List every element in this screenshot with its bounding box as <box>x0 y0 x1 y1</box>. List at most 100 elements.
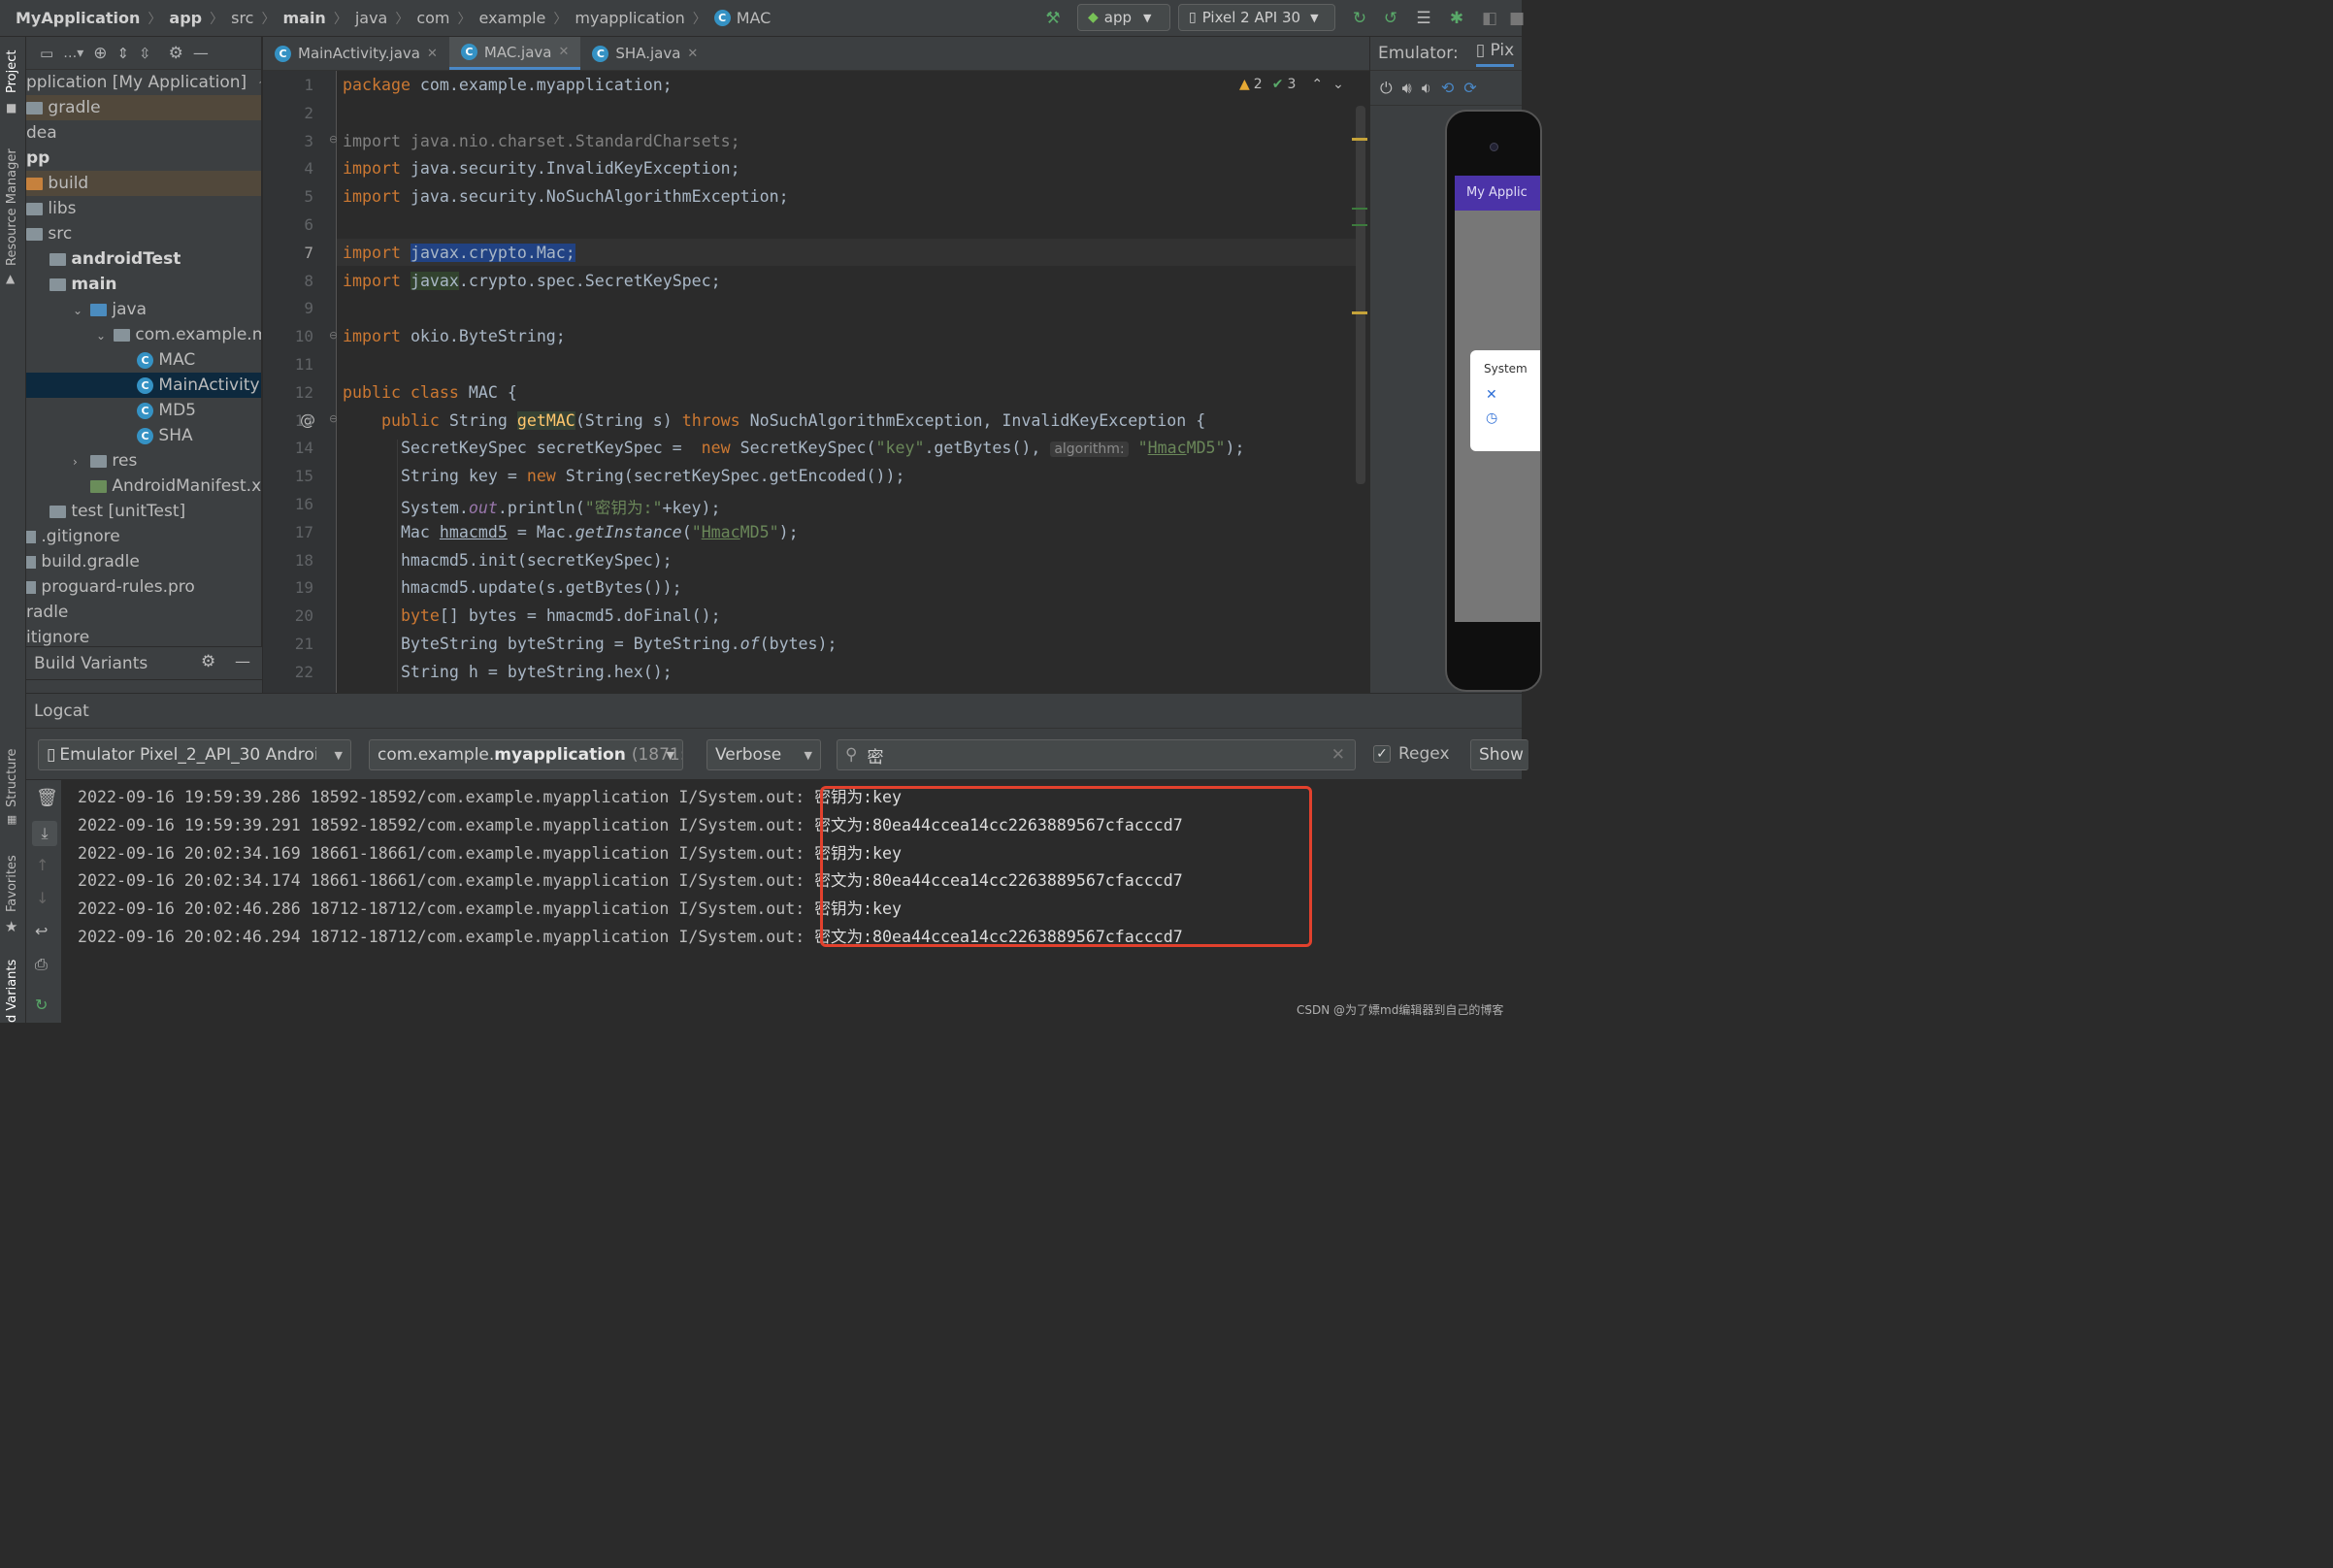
logcat-search-input[interactable]: ⚲ 密 ✕ <box>837 739 1356 770</box>
chevron-down-icon[interactable]: ⌄ <box>73 298 90 323</box>
attach-debugger-icon[interactable]: ◧ <box>1479 8 1500 29</box>
code-line[interactable]: byte[] bytes = hmacmd5.doFinal(); <box>343 606 721 625</box>
arrow-up-icon[interactable]: ↑ <box>36 856 49 874</box>
tree-item[interactable]: › res <box>26 448 261 474</box>
expand-all-icon[interactable]: ⇕ <box>116 45 129 62</box>
log-line[interactable]: 2022-09-16 20:02:46.286 18712-18712/com.… <box>78 896 902 919</box>
logcat-icon[interactable]: ☰ <box>1413 8 1434 29</box>
logcat-process-select[interactable]: com.example. myapplication (1871: ▼ <box>369 739 683 770</box>
tree-item[interactable]: .gitignore <box>26 524 261 549</box>
code-line[interactable]: System.out.println("密钥为:"+key); <box>343 495 721 518</box>
rotate-right-icon[interactable]: ⟳ <box>1463 79 1476 97</box>
code-line[interactable]: import java.nio.charset.StandardCharsets… <box>343 132 740 150</box>
minimize-icon[interactable]: — <box>193 44 209 62</box>
soft-wrap-icon[interactable]: ↩ <box>35 922 48 940</box>
clear-icon[interactable]: ✕ <box>1331 745 1345 765</box>
breadcrumb-item[interactable]: example <box>479 9 546 27</box>
project-root[interactable]: pplication [My Application] ~ <box>26 70 261 95</box>
regex-checkbox[interactable]: ✓ <box>1373 745 1391 763</box>
inspection-widget[interactable]: ▲ 2 ✔ 3 ⌃ ⌄ <box>1239 77 1344 92</box>
collapse-all-icon[interactable]: ⇳ <box>139 45 151 62</box>
code-line[interactable]: String h = byteString.hex(); <box>343 663 673 681</box>
editor-tab[interactable]: C SHA.java ✕ <box>580 37 709 70</box>
show-select[interactable]: Show <box>1470 739 1528 770</box>
tree-item[interactable]: pp <box>26 146 261 171</box>
apply-changes-icon[interactable]: ↻ <box>1349 8 1370 29</box>
code-line[interactable]: import okio.ByteString; <box>343 327 566 345</box>
restart-icon[interactable]: ↻ <box>35 996 48 1014</box>
phone-screen[interactable]: My Applic System ✕ ◷ <box>1455 176 1540 622</box>
chevron-up-icon[interactable]: ⌃ <box>1311 77 1323 92</box>
code-line[interactable]: import java.security.InvalidKeyException… <box>343 159 740 178</box>
close-icon[interactable]: ✕ <box>1470 376 1540 403</box>
code-line[interactable]: Mac hmacmd5 = Mac.getInstance("HmacMD5")… <box>343 523 799 541</box>
tree-item[interactable]: proguard-rules.pro <box>26 574 261 600</box>
editor-tab[interactable]: C MainActivity.java ✕ <box>263 37 449 70</box>
arrow-down-icon[interactable]: ↓ <box>36 889 49 907</box>
favorites-tool-tab[interactable]: Favorites <box>5 855 19 912</box>
breadcrumb-item[interactable]: MyApplication <box>16 9 140 27</box>
vertical-scrollbar[interactable] <box>1356 106 1365 484</box>
code-line[interactable]: hmacmd5.update(s.getBytes()); <box>343 578 682 597</box>
breadcrumb-item[interactable]: main <box>282 9 325 27</box>
breadcrumb-item[interactable]: MAC <box>737 9 772 27</box>
code-line[interactable]: String key = new String(secretKeySpec.ge… <box>343 467 905 485</box>
tree-item[interactable]: gradle <box>26 95 261 120</box>
code-line[interactable]: import java.security.NoSuchAlgorithmExce… <box>343 187 789 206</box>
build-variants-tool-tab[interactable]: d Variants <box>5 960 19 1023</box>
code-line[interactable]: import javax.crypto.Mac; <box>343 243 575 262</box>
tree-item[interactable]: C MainActivity <box>26 373 261 398</box>
tree-item[interactable]: AndroidManifest.xml <box>26 474 261 499</box>
tree-item[interactable]: build <box>26 171 261 196</box>
close-icon[interactable]: ✕ <box>687 47 698 61</box>
code-line[interactable]: ByteString byteString = ByteString.of(by… <box>343 635 838 653</box>
project-view-icon[interactable]: ▭ <box>40 45 53 62</box>
breadcrumb-item[interactable]: com <box>416 9 449 27</box>
chevron-down-icon[interactable]: ⌄ <box>1332 77 1344 92</box>
code-line[interactable]: public class MAC { <box>343 383 517 402</box>
tree-item[interactable]: build.gradle <box>26 549 261 574</box>
more-options-icon[interactable]: …▾ <box>63 46 83 61</box>
emulator-device-tab[interactable]: ▯ Pix <box>1475 41 1515 67</box>
tree-item[interactable]: androidTest <box>26 246 261 272</box>
volume-down-icon[interactable]: 🔉︎ <box>1422 79 1431 98</box>
run-config-select[interactable]: ◆ app ▼ <box>1077 4 1170 31</box>
logcat-device-select[interactable]: ▯ Emulator Pixel_2_API_30 Androi ▼ <box>38 739 351 770</box>
close-icon[interactable]: ✕ <box>558 45 569 59</box>
minimize-icon[interactable]: — <box>235 652 250 670</box>
tree-item[interactable]: libs <box>26 196 261 221</box>
hammer-icon[interactable]: ⚒ <box>1042 8 1064 29</box>
tree-item[interactable]: dea <box>26 120 261 146</box>
code-line[interactable]: SecretKeySpec secretKeySpec = new Secret… <box>343 439 1245 458</box>
locate-icon[interactable]: ⊕ <box>93 44 107 63</box>
chevron-down-icon[interactable]: ⌄ <box>96 323 114 348</box>
stop-icon[interactable]: ■ <box>1506 8 1528 29</box>
apply-code-changes-icon[interactable]: ↺ <box>1380 8 1401 29</box>
breadcrumb-item[interactable]: app <box>169 9 202 27</box>
tree-item[interactable]: ⌄ java <box>26 297 261 322</box>
tree-item[interactable]: main <box>26 272 261 297</box>
tree-item[interactable]: test [unitTest] <box>26 499 261 524</box>
breadcrumb-item[interactable]: myapplication <box>575 9 684 27</box>
trash-icon[interactable]: 🗑︎ <box>36 788 58 808</box>
code-editor[interactable]: package com.example.myapplication; import… <box>337 71 1369 693</box>
device-select[interactable]: ▯ Pixel 2 API 30 ▼ <box>1178 4 1335 31</box>
clock-icon[interactable]: ◷ <box>1470 403 1540 426</box>
code-line[interactable]: hmacmd5.init(secretKeySpec); <box>343 551 673 570</box>
debug-icon[interactable]: ✱ <box>1446 8 1467 29</box>
tree-item[interactable]: C SHA <box>26 423 261 448</box>
tree-item[interactable]: ⌄ com.example.myapplication <box>26 322 261 347</box>
scroll-to-end-icon[interactable]: ⤓ <box>32 821 57 846</box>
log-line[interactable]: 2022-09-16 20:02:34.169 18661-18661/com.… <box>78 840 902 864</box>
tree-item[interactable]: C MD5 <box>26 398 261 423</box>
close-icon[interactable]: ✕ <box>427 47 438 61</box>
project-tool-tab[interactable]: Project <box>5 50 19 93</box>
tree-item[interactable]: C MAC <box>26 347 261 373</box>
chevron-right-icon[interactable]: › <box>73 449 90 474</box>
tree-item[interactable]: radle <box>26 600 261 625</box>
print-icon[interactable]: ⎙ <box>35 955 48 974</box>
gear-icon[interactable]: ⚙ <box>169 44 183 63</box>
tree-item[interactable]: src <box>26 221 261 246</box>
volume-up-icon[interactable]: 🔊︎ <box>1402 79 1412 98</box>
breadcrumb-item[interactable]: src <box>231 9 253 27</box>
